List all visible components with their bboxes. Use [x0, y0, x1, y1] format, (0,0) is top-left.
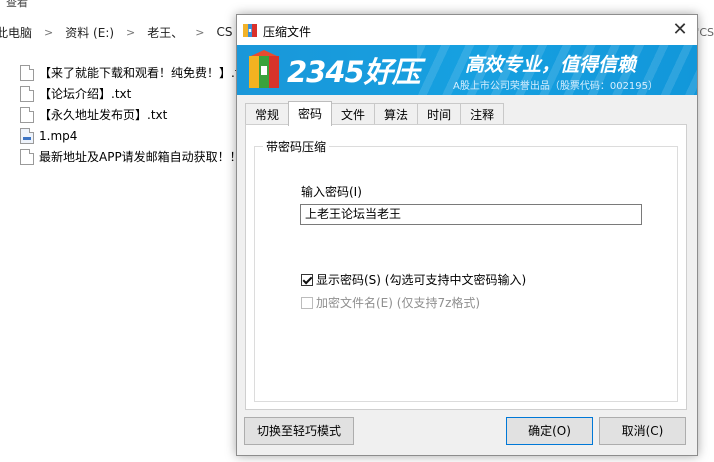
dialog-titlebar[interactable]: 压缩文件 ✕: [237, 15, 697, 45]
file-name: 【来了就能下载和观看！纯免费！】.txt: [39, 66, 252, 80]
file-name: 【永久地址发布页】.txt: [39, 108, 168, 122]
show-password-label: 显示密码(S) (勾选可支持中文密码输入): [316, 273, 527, 287]
chevron-right-icon: >: [126, 25, 136, 39]
tab-time[interactable]: 时间: [417, 103, 462, 126]
encrypt-filenames-checkbox[interactable]: [301, 296, 313, 309]
password-tab-panel: 带密码压缩 输入密码(I) 上老王论坛当老王 显示密码(S) (勾选可支持中文密…: [245, 124, 687, 410]
text-file-icon: [20, 64, 34, 81]
close-button[interactable]: ✕: [663, 15, 697, 45]
file-name: 【论坛介绍】.txt: [39, 87, 132, 101]
tab-general[interactable]: 常规: [245, 103, 290, 126]
breadcrumb-folder-cs[interactable]: CS: [211, 25, 239, 39]
brand-slogan: 高效专业，值得信赖: [465, 54, 637, 76]
password-group: 带密码压缩 输入密码(I) 上老王论坛当老王 显示密码(S) (勾选可支持中文密…: [254, 138, 678, 402]
password-input[interactable]: 上老王论坛当老王: [300, 204, 642, 225]
brand-banner: 2345好压 高效专业，值得信赖 A股上市公司荣誉出品（股票代码：002195）: [237, 45, 697, 95]
chevron-right-icon: >: [195, 25, 205, 39]
file-item[interactable]: 最新地址及APP请发邮箱自动获取！！: [20, 146, 251, 167]
password-label: 输入密码(I): [301, 185, 362, 199]
switch-lite-mode-button[interactable]: 切换至轻巧模式: [244, 417, 354, 445]
chevron-right-icon: >: [44, 25, 54, 39]
tab-strip: 常规 密码 文件 算法 时间 注释: [245, 101, 505, 126]
tab-algorithm[interactable]: 算法: [374, 103, 419, 126]
file-item[interactable]: 【论坛介绍】.txt: [20, 83, 251, 104]
file-item[interactable]: 【来了就能下载和观看！纯免费！】.txt: [20, 62, 251, 83]
breadcrumb-this-pc[interactable]: 此电脑: [0, 24, 38, 41]
file-name: 最新地址及APP请发邮箱自动获取！！: [39, 150, 242, 164]
brand-name: 2345好压: [287, 55, 421, 89]
breadcrumb-folder-laowang[interactable]: 老王、: [141, 24, 189, 41]
ok-button[interactable]: 确定(O): [506, 417, 593, 445]
text-file-icon: [20, 106, 34, 123]
compress-dialog: 压缩文件 ✕ 2345好压 高效专业，值得信赖 A股上市公司荣誉出品（股票代码：…: [236, 14, 698, 456]
haozip-logo-icon: [249, 50, 279, 88]
show-password-checkbox[interactable]: [301, 273, 313, 286]
tab-comment[interactable]: 注释: [460, 103, 505, 126]
text-file-icon: [20, 85, 34, 102]
video-file-icon: [20, 127, 34, 144]
file-item[interactable]: 1.mp4: [20, 125, 251, 146]
file-item[interactable]: 【永久地址发布页】.txt: [20, 104, 251, 125]
file-name: 1.mp4: [39, 128, 78, 143]
breadcrumb-drive[interactable]: 资料 (E:): [59, 24, 120, 41]
file-icon: [20, 148, 34, 165]
tab-files[interactable]: 文件: [331, 103, 376, 126]
brand-subtitle: A股上市公司荣誉出品（股票代码：002195）: [453, 81, 659, 92]
show-password-option[interactable]: 显示密码(S) (勾选可支持中文密码输入): [301, 271, 526, 288]
encrypt-filenames-option[interactable]: 加密文件名(E) (仅支持7z格式): [301, 294, 480, 311]
encrypt-filenames-label: 加密文件名(E) (仅支持7z格式): [316, 296, 481, 310]
dialog-title: 压缩文件: [263, 25, 312, 39]
tab-password[interactable]: 密码: [288, 101, 333, 126]
view-menu[interactable]: 查看: [6, 0, 28, 10]
archive-app-icon: [243, 24, 257, 37]
menu-strip: 查看: [0, 0, 714, 12]
cancel-button[interactable]: 取消(C): [599, 417, 686, 445]
group-title: 带密码压缩: [263, 138, 330, 155]
file-list: 【来了就能下载和观看！纯免费！】.txt 【论坛介绍】.txt 【永久地址发布页…: [20, 62, 251, 167]
